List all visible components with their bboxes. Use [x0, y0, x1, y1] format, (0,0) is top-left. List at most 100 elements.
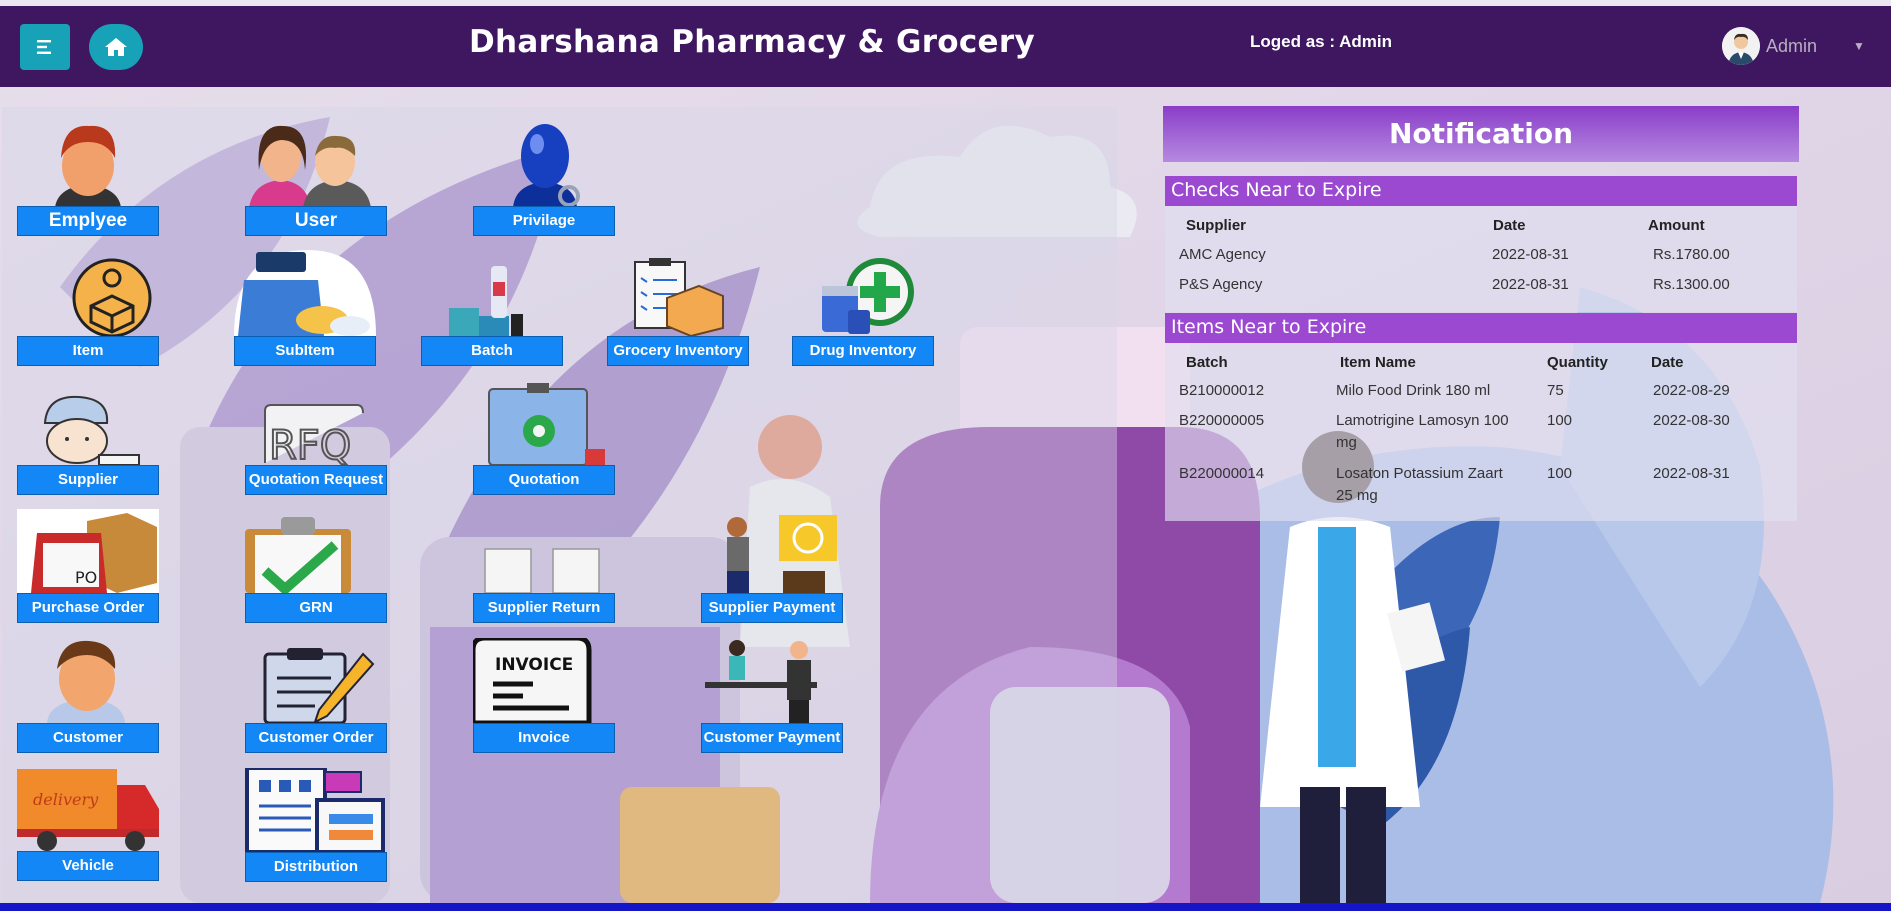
table-cell: Milo Food Drink 180 ml [1336, 382, 1491, 399]
svg-text:RFQ: RFQ [269, 423, 351, 465]
tile-label: Batch [421, 336, 563, 366]
column-header: Date [1493, 217, 1526, 234]
items-expire-heading: Items Near to Expire [1165, 313, 1797, 343]
tile-drug-inventory[interactable]: Drug Inventory [792, 258, 934, 366]
tile-grn[interactable]: GRN [245, 509, 387, 623]
tile-label: SubItem [234, 336, 376, 366]
tile-customer-order[interactable]: Customer Order [245, 644, 387, 753]
table-cell: Losaton Potassium Zaart 25 mg [1336, 465, 1503, 504]
users-icon [249, 125, 371, 208]
table-cell: B220000014 [1179, 465, 1265, 482]
tile-supplier[interactable]: Supplier [17, 395, 159, 495]
tile-label: Privilage [473, 206, 615, 236]
tile-privilege[interactable]: Privilage [473, 120, 615, 236]
table-cell: Rs.1300.00 [1653, 276, 1730, 293]
tile-label: Supplier Return [473, 593, 615, 623]
customer-order-icon [263, 648, 375, 723]
top-navbar: Dharshana Pharmacy & Grocery Loged as : … [0, 6, 1891, 87]
checks-expire-heading: Checks Near to Expire [1165, 176, 1797, 206]
column-header: Date [1651, 354, 1684, 371]
avatar [1722, 27, 1760, 65]
tile-label: Customer [17, 723, 159, 753]
tile-quotation-request[interactable]: RFQ Quotation Request [245, 403, 387, 495]
privilege-icon [513, 124, 580, 208]
tile-employee[interactable]: Emplyee [17, 120, 159, 236]
tile-purchase-order[interactable]: PO Purchase Order [17, 509, 159, 623]
table-cell: AMC Agency [1179, 246, 1266, 263]
invoice-icon: INVOICE [473, 638, 592, 723]
tile-vehicle[interactable]: delivery Vehicle [17, 765, 159, 881]
column-header: Quantity [1547, 354, 1608, 371]
tile-supplier-payment[interactable]: Supplier Payment [701, 513, 843, 623]
app-title: Dharshana Pharmacy & Grocery [469, 24, 1035, 60]
tile-quotation[interactable]: Quotation [473, 383, 615, 495]
tile-batch[interactable]: Batch [421, 262, 563, 366]
quotation-icon [488, 383, 605, 465]
tile-user[interactable]: User [245, 120, 387, 236]
menu-toggle-button[interactable] [20, 24, 70, 70]
tile-label: Supplier [17, 465, 159, 495]
home-icon [105, 38, 127, 56]
tile-subitem[interactable]: SubItem [234, 250, 376, 366]
tile-supplier-return[interactable]: Supplier Return [473, 545, 615, 623]
tile-label: Grocery Inventory [607, 336, 749, 366]
user-menu-dropdown[interactable]: Admin ▼ [1722, 26, 1865, 66]
bottom-bar [0, 903, 1891, 911]
column-header: Supplier [1186, 217, 1247, 234]
tile-label: Customer Order [245, 723, 387, 753]
distribution-icon [245, 768, 385, 852]
customer-payment-icon [705, 640, 817, 723]
tile-label: Emplyee [17, 206, 159, 236]
svg-text:delivery: delivery [33, 790, 99, 809]
chevron-down-icon: ▼ [1853, 39, 1865, 53]
table-cell: B220000005 [1179, 412, 1265, 429]
tile-label: Invoice [473, 723, 615, 753]
tile-label: Purchase Order [17, 593, 159, 623]
drug-inventory-icon [822, 258, 914, 334]
tile-label: Quotation [473, 465, 615, 495]
table-cell: B210000012 [1179, 382, 1265, 399]
tile-invoice[interactable]: INVOICE Invoice [473, 638, 615, 753]
table-cell: 2022-08-31 [1492, 246, 1569, 263]
column-header: Batch [1186, 354, 1228, 371]
supplier-payment-icon [727, 515, 837, 593]
item-box-icon [72, 258, 152, 336]
tile-label: Drug Inventory [792, 336, 934, 366]
batch-icon [449, 266, 523, 336]
tile-distribution[interactable]: Distribution [245, 768, 387, 882]
tile-label: Vehicle [17, 851, 159, 881]
table-cell: 2022-08-31 [1492, 276, 1569, 293]
customer-icon [47, 640, 125, 723]
table-cell: 75 [1547, 382, 1564, 399]
logged-as-label: Loged as : Admin [1250, 32, 1392, 51]
tile-label: Quotation Request [245, 465, 387, 495]
delivery-truck-icon: delivery [17, 769, 159, 851]
medicine-bottle-icon [234, 250, 376, 336]
column-header: Item Name [1340, 354, 1416, 371]
table-cell: 2022-08-30 [1653, 412, 1730, 429]
tile-grocery-inventory[interactable]: Grocery Inventory [607, 258, 749, 366]
table-cell: 100 [1547, 465, 1573, 482]
home-button[interactable] [89, 24, 143, 70]
purchase-order-icon: PO [17, 509, 159, 593]
tile-label: Item [17, 336, 159, 366]
rfq-document-icon: RFQ [264, 404, 364, 465]
tile-label: GRN [245, 593, 387, 623]
tile-item[interactable]: Item [17, 258, 159, 366]
svg-text:INVOICE: INVOICE [495, 655, 573, 675]
grn-clipboard-icon [245, 517, 351, 593]
tile-label: Customer Payment [701, 723, 843, 753]
svg-text:PO: PO [75, 568, 97, 587]
supplier-return-icon [484, 548, 600, 593]
table-cell: Lamotrigine Lamosyn 100 mg [1336, 412, 1509, 451]
menu-icon [37, 40, 51, 54]
tile-customer-payment[interactable]: Customer Payment [701, 638, 843, 753]
supplier-icon [43, 395, 140, 465]
table-cell: 100 [1547, 412, 1573, 429]
checks-table: Supplier Date Amount AMC Agency 2022-08-… [1165, 206, 1797, 312]
employee-icon [55, 125, 121, 208]
tile-customer[interactable]: Customer [17, 639, 159, 753]
table-cell: 2022-08-31 [1653, 465, 1730, 482]
table-cell: 2022-08-29 [1653, 382, 1730, 399]
tile-label: Distribution [245, 852, 387, 882]
